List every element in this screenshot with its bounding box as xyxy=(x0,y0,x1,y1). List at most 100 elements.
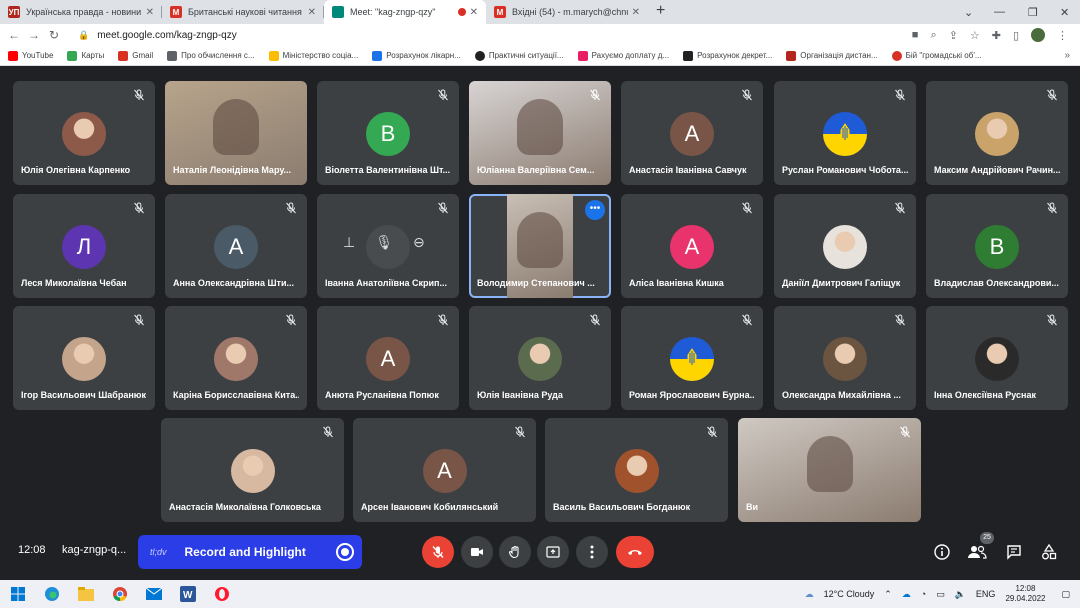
participant-tile[interactable]: ⊥ 🎙 ⊖ Іванна Анатоліївна Скрип... xyxy=(317,194,459,298)
muted-mic-icon xyxy=(742,314,752,326)
windows-start-icon[interactable] xyxy=(10,586,26,602)
participant-tile[interactable]: Юліанна Валеріївна Сем... xyxy=(469,81,611,185)
participant-tile[interactable]: Анастасія Миколаївна Голковська xyxy=(161,418,344,522)
language-indicator[interactable]: ENG xyxy=(976,589,996,599)
participant-tile[interactable]: Каріна Борисславівна Кита... xyxy=(165,306,307,410)
close-tab-icon[interactable]: ✕ xyxy=(146,7,154,18)
tab-search-icon[interactable]: ⌄ xyxy=(964,0,973,24)
raise-hand-button[interactable] xyxy=(499,536,531,568)
bookmark-item[interactable]: Бій "громадські об'... xyxy=(891,50,982,61)
new-tab-button[interactable]: + xyxy=(656,0,665,24)
participant-tile[interactable]: Максим Андрійович Рачин... xyxy=(926,81,1068,185)
participant-tile[interactable]: А Аліса Іванівна Кишка xyxy=(621,194,763,298)
bookmark-youtube[interactable]: YouTube xyxy=(8,50,53,61)
star-icon[interactable]: ☆ xyxy=(970,29,980,42)
camera-icon[interactable]: ■ xyxy=(912,29,919,41)
reload-icon[interactable]: ↻ xyxy=(44,28,64,42)
restore-button[interactable]: ❐ xyxy=(1028,0,1038,24)
present-screen-button[interactable] xyxy=(537,536,569,568)
participant-tile[interactable]: А Анна Олександрівна Шти... xyxy=(165,194,307,298)
participant-tile[interactable]: А Анюта Русланівна Попюк xyxy=(317,306,459,410)
bookmark-item[interactable]: Розрахунок лікарн... xyxy=(372,50,461,61)
participant-tile[interactable]: В Віолетта Валентинівна Шт... xyxy=(317,81,459,185)
browser-tab-active[interactable]: Meet: "kag-zngp-qzy" ✕ xyxy=(324,0,486,24)
meeting-details-button[interactable] xyxy=(931,541,953,563)
muted-mic-icon xyxy=(134,202,144,214)
participant-tile[interactable]: Руслан Романович Чобота... xyxy=(774,81,916,185)
cloud-sync-icon[interactable]: ☁ xyxy=(902,589,911,600)
browser-tab[interactable]: M Британські наукові читання 11- ✕ xyxy=(162,0,324,24)
edge-icon[interactable] xyxy=(44,586,60,602)
speaker-icon[interactable]: 🔈 xyxy=(955,589,966,600)
notifications-icon[interactable]: ▢ xyxy=(1061,589,1070,600)
bookmark-item[interactable]: Міністерство соціа... xyxy=(268,50,358,61)
weather-icon[interactable]: ☁ xyxy=(805,589,814,600)
participant-tile[interactable]: Л Леся Миколаївна Чебан xyxy=(13,194,155,298)
close-tab-icon[interactable]: ✕ xyxy=(308,7,316,18)
close-window-button[interactable]: ✕ xyxy=(1060,0,1069,24)
browser-tab[interactable]: M Вхідні (54) - m.marych@chnu.edu ✕ xyxy=(486,0,648,24)
participant-tile[interactable]: Ігор Васильович Шабранюк xyxy=(13,306,155,410)
wifi-icon[interactable]: ◔ xyxy=(921,589,926,599)
taskbar-clock[interactable]: 12:08 29.04.2022 xyxy=(1005,584,1045,604)
participant-tile[interactable]: А Анастасія Іванівна Савчук xyxy=(621,81,763,185)
participant-tile[interactable]: Даніїл Дмитрович Галіщук xyxy=(774,194,916,298)
bookmark-item[interactable]: Розрахунок декрет... xyxy=(683,50,772,61)
meeting-code[interactable]: kag-zngp-q... xyxy=(62,544,126,556)
show-hidden-icons-icon[interactable]: ⌃ xyxy=(884,589,892,600)
people-button[interactable] xyxy=(966,541,988,563)
bookmark-item[interactable]: Практичні ситуації... xyxy=(474,50,564,61)
menu-icon[interactable]: ⋮ xyxy=(1057,29,1068,42)
more-options-button[interactable] xyxy=(576,536,608,568)
mute-participant-icon[interactable]: 🎙 xyxy=(375,234,393,251)
minimize-button[interactable]: — xyxy=(994,0,1005,24)
bookmark-item[interactable]: Організація дистан... xyxy=(786,50,878,61)
pin-icon[interactable]: ⊥ xyxy=(343,234,355,251)
meeting-clock: 12:08 xyxy=(18,544,46,556)
url-field[interactable]: 🔒 meet.google.com/kag-zngp-qzy xyxy=(78,30,237,41)
participant-tile[interactable]: А Арсен Іванович Кобилянський xyxy=(353,418,536,522)
camera-toggle-button[interactable] xyxy=(461,536,493,568)
tile-options-button[interactable]: ••• xyxy=(585,200,605,220)
file-explorer-icon[interactable] xyxy=(78,586,94,602)
microphone-toggle-button[interactable] xyxy=(422,536,454,568)
mail-icon[interactable] xyxy=(146,586,162,602)
participant-tile[interactable]: Ви xyxy=(738,418,921,522)
more-bookmarks-icon[interactable]: » xyxy=(1064,50,1070,61)
avatar-flag xyxy=(670,337,714,381)
share-icon[interactable]: ⇪ xyxy=(949,29,958,42)
record-and-highlight-button[interactable]: tl;dv Record and Highlight xyxy=(138,535,362,569)
close-tab-icon[interactable]: ✕ xyxy=(632,7,640,18)
close-tab-icon[interactable]: ✕ xyxy=(470,7,478,18)
battery-icon[interactable]: ▭ xyxy=(936,589,945,600)
bookmark-gmail[interactable]: Gmail xyxy=(118,50,153,61)
bookmark-item[interactable]: Про обчислення с... xyxy=(167,50,255,61)
word-icon[interactable]: W xyxy=(180,586,196,602)
chat-button[interactable] xyxy=(1003,541,1025,563)
profile-avatar[interactable] xyxy=(1031,28,1045,42)
activities-button[interactable] xyxy=(1038,541,1060,563)
participant-tile[interactable]: Олександра Михайлівна ... xyxy=(774,306,916,410)
browser-tab[interactable]: УП Українська правда - новини он ✕ xyxy=(0,0,162,24)
zoom-icon[interactable]: ⌕ xyxy=(930,29,936,42)
bookmark-item[interactable]: Рахуємо доплату д... xyxy=(577,50,669,61)
sidepanel-icon[interactable]: ▯ xyxy=(1013,29,1019,42)
weather-text[interactable]: 12°C Cloudy xyxy=(824,589,875,599)
leave-call-button[interactable] xyxy=(616,536,654,568)
opera-icon[interactable] xyxy=(214,586,230,602)
extensions-icon[interactable]: ✚ xyxy=(992,29,1001,42)
forward-icon[interactable]: → xyxy=(24,28,44,42)
participant-tile[interactable]: Василь Васильович Богданюк xyxy=(545,418,728,522)
bookmark-maps[interactable]: Карты xyxy=(67,50,104,61)
participant-tile[interactable]: Роман Ярославович Бурна... xyxy=(621,306,763,410)
participant-tile[interactable]: Юлія Олегівна Карпенко xyxy=(13,81,155,185)
participant-tile[interactable]: Юлія Іванівна Руда xyxy=(469,306,611,410)
back-icon[interactable]: ← xyxy=(4,28,24,42)
participant-tile[interactable]: ••• Володимир Степанович ... xyxy=(469,194,611,298)
participant-tile[interactable]: Інна Олексіївна Руснак xyxy=(926,306,1068,410)
chrome-icon[interactable] xyxy=(112,586,128,602)
participant-name: Даніїл Дмитрович Галіщук xyxy=(782,278,901,288)
participant-tile[interactable]: Наталія Леонідівна Мару... xyxy=(165,81,307,185)
participant-tile[interactable]: В Владислав Олександрови... xyxy=(926,194,1068,298)
remove-icon[interactable]: ⊖ xyxy=(413,234,425,251)
